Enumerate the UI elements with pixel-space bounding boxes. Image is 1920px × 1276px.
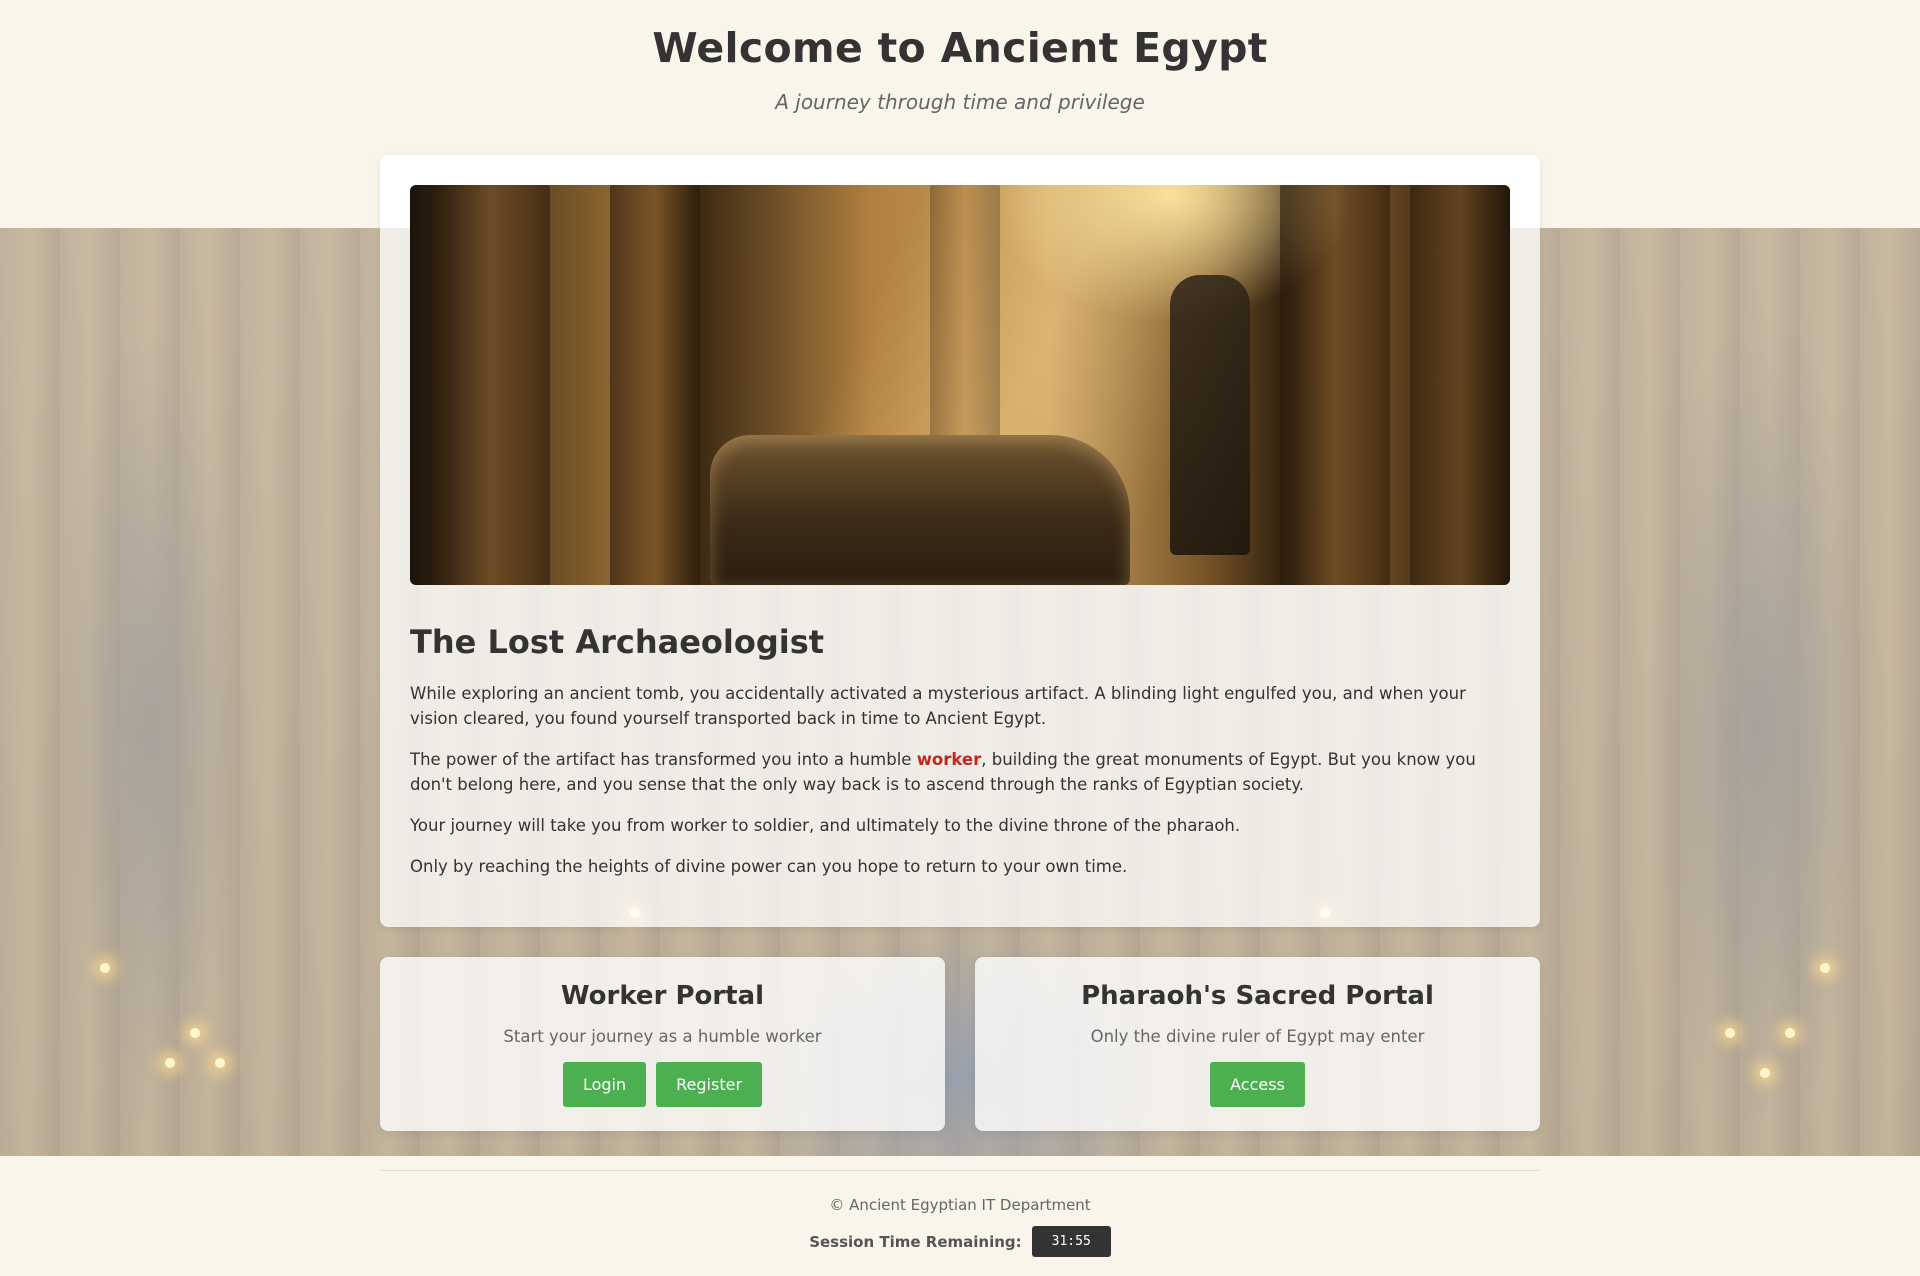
register-button[interactable]: Register [656,1062,763,1107]
story-paragraph-2: The power of the artifact has transforme… [410,750,1476,794]
page-subtitle: A journey through time and privilege [775,90,1145,114]
story-paragraph-4: Only by reaching the heights of divine p… [410,857,1128,876]
access-button[interactable]: Access [1210,1062,1305,1107]
worker-portal-title: Worker Portal [560,981,765,1011]
tomb-hero-image [410,185,1510,585]
session-label: Session Time Remaining: [809,1232,1022,1251]
session-timer: 31:55 [1031,1226,1111,1257]
sarcophagus-illustration [710,435,1130,585]
pharaoh-portal-title: Pharaoh's Sacred Portal [1081,981,1434,1011]
story-title: The Lost Archaeologist [410,623,825,661]
worker-highlight: worker [916,750,982,769]
worker-portal-description: Start your journey as a humble worker [503,1027,822,1046]
page-title: Welcome to Ancient Egypt [652,24,1268,72]
pharaoh-portal-card: Pharaoh's Sacred Portal Only the divine … [975,957,1540,1131]
worker-portal-actions: Login Register [380,1062,945,1107]
login-button[interactable]: Login [562,1062,647,1107]
story-paragraph-1: While exploring an ancient tomb, you acc… [410,684,1466,728]
copyright-text: © Ancient Egyptian IT Department [829,1196,1091,1214]
session-info: Session Time Remaining: 31:55 [380,1226,1540,1257]
statue-illustration [1170,275,1250,555]
pharaoh-portal-description: Only the divine ruler of Egypt may enter [1090,1027,1425,1046]
page-header: Welcome to Ancient Egypt A journey throu… [0,0,1920,155]
story-paragraph-3: Your journey will take you from worker t… [410,816,1241,835]
page-footer: © Ancient Egyptian IT Department Session… [380,1170,1540,1257]
story-card: The Lost Archaeologist While exploring a… [380,155,1540,927]
worker-portal-card: Worker Portal Start your journey as a hu… [380,957,945,1131]
pharaoh-portal-actions: Access [975,1062,1540,1107]
